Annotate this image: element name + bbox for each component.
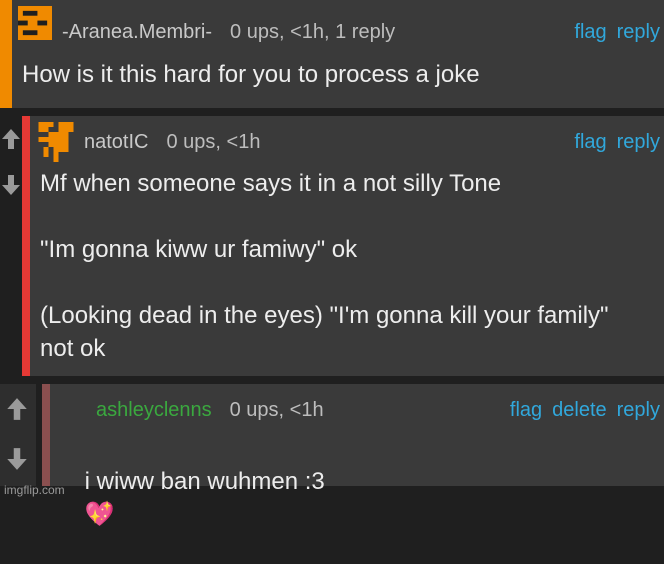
sparkling-heart-emoji: 💖 — [84, 501, 115, 528]
upvote-arrow-icon[interactable] — [6, 392, 28, 426]
comment-meta: 0 ups, <1h — [229, 398, 324, 421]
comment-1: -Aranea.Membri- 0 ups, <1h, 1 reply flag… — [0, 0, 664, 108]
comment-actions: flag reply — [574, 18, 660, 46]
downvote-arrow-icon[interactable] — [0, 168, 22, 202]
vote-column — [0, 384, 36, 486]
flag-link[interactable]: flag — [574, 21, 606, 44]
comment-body: How is it this hard for you to process a… — [22, 61, 480, 88]
downvote-arrow-icon[interactable] — [6, 442, 28, 476]
comment-thread-bar — [0, 0, 12, 108]
imgflip-watermark: imgflip.com — [4, 483, 65, 497]
comment-thread-bar — [42, 384, 50, 486]
comment-meta: 0 ups, <1h, 1 reply — [230, 20, 396, 43]
reply-link[interactable]: reply — [617, 131, 660, 154]
reply-link[interactable]: reply — [617, 21, 660, 44]
comment-meta: 0 ups, <1h — [166, 130, 261, 153]
comment-actions: flag delete reply — [510, 396, 660, 424]
reply-link[interactable]: reply — [617, 399, 660, 422]
delete-link[interactable]: delete — [552, 399, 607, 422]
username-link[interactable]: natotIC — [84, 131, 148, 154]
user-avatar-icon[interactable] — [38, 122, 74, 162]
comment-body-text: i wiww ban wuhmen :3 — [84, 468, 325, 495]
username-link[interactable]: ashleyclenns — [96, 399, 212, 422]
username-link[interactable]: -Aranea.Membri- — [62, 21, 212, 44]
flag-link[interactable]: flag — [574, 131, 606, 154]
comment-2: natotIC 0 ups, <1h flag reply Mf when so… — [22, 116, 664, 376]
upvote-arrow-icon[interactable] — [0, 122, 22, 156]
comment-thread-bar — [22, 116, 30, 376]
user-avatar-icon[interactable] — [18, 6, 52, 40]
comment-actions: flag reply — [574, 128, 660, 156]
comment-body: Mf when someone says it in a not silly T… — [40, 170, 609, 362]
comment-3: ashleyclenns 0 ups, <1h flag delete repl… — [42, 384, 664, 528]
flag-link[interactable]: flag — [510, 399, 542, 422]
vote-column — [0, 116, 22, 376]
comment-body: i wiww ban wuhmen :3 💖 — [58, 432, 325, 564]
